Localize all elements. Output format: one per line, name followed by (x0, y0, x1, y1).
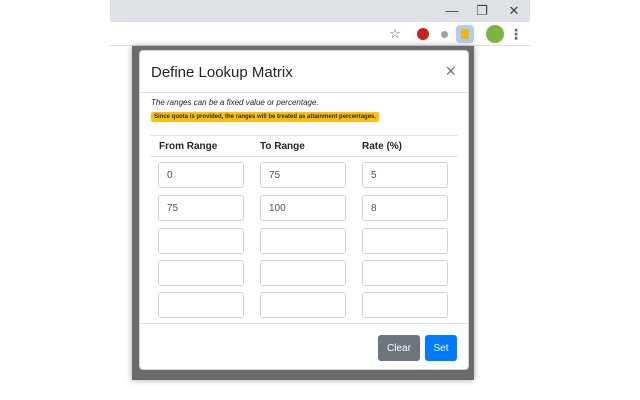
extension-dot-icon[interactable] (441, 31, 448, 38)
quota-notice-badge: Since quota is provided, the ranges will… (151, 112, 380, 122)
rate-input-2[interactable] (362, 195, 448, 221)
to-range-input-3[interactable] (260, 228, 346, 254)
close-window-icon[interactable]: ✕ (500, 0, 528, 22)
clear-button[interactable]: Clear (378, 335, 420, 361)
rate-input-4[interactable] (362, 260, 448, 286)
extension-badge-icon[interactable] (417, 28, 429, 40)
intro-text: The ranges can be a fixed value or perce… (151, 98, 319, 107)
from-range-input-4[interactable] (158, 260, 244, 286)
minimize-icon[interactable]: — (438, 0, 466, 22)
screen: — ❐ ✕ ☆ ⋮ Define Lookup Matrix × The ran… (0, 0, 640, 400)
browser-toolbar: ☆ ⋮ (110, 22, 530, 46)
modal-footer: Clear Set (140, 323, 468, 371)
from-range-input-3[interactable] (158, 228, 244, 254)
from-range-input-5[interactable] (158, 292, 244, 318)
rate-input-5[interactable] (362, 292, 448, 318)
profile-avatar[interactable] (486, 25, 504, 43)
from-range-input-1[interactable] (158, 162, 244, 188)
column-header-to: To Range (260, 141, 305, 152)
column-header-from: From Range (159, 141, 218, 152)
from-range-input-2[interactable] (158, 195, 244, 221)
set-button[interactable]: Set (425, 335, 457, 361)
to-range-input-1[interactable] (260, 162, 346, 188)
to-range-input-5[interactable] (260, 292, 346, 318)
header-divider-bottom (150, 156, 458, 157)
rate-input-1[interactable] (362, 162, 448, 188)
restore-icon[interactable]: ❐ (468, 0, 496, 22)
lookup-matrix-dialog: Define Lookup Matrix × The ranges can be… (139, 50, 469, 370)
to-range-input-2[interactable] (260, 195, 346, 221)
star-icon[interactable]: ☆ (386, 25, 404, 43)
modal-header: Define Lookup Matrix × (140, 51, 468, 93)
extension-active-icon[interactable] (456, 25, 474, 43)
browser-titlebar: — ❐ ✕ (110, 0, 530, 22)
rate-input-3[interactable] (362, 228, 448, 254)
header-divider-top (150, 135, 458, 136)
close-icon[interactable]: × (445, 61, 456, 81)
column-header-rate: Rate (%) (362, 141, 403, 152)
to-range-input-4[interactable] (260, 260, 346, 286)
modal-title: Define Lookup Matrix (151, 64, 293, 81)
menu-kebab-icon[interactable]: ⋮ (507, 25, 525, 43)
